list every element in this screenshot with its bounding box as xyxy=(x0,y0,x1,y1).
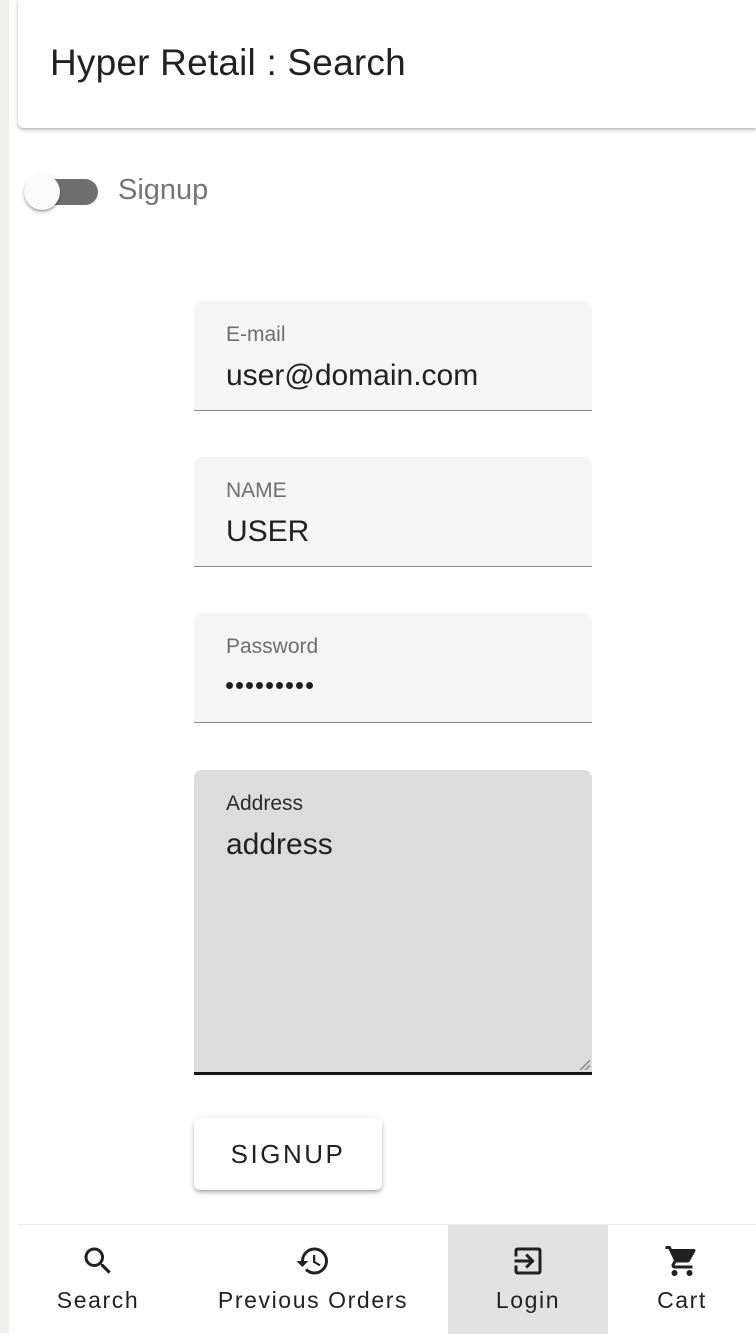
history-icon xyxy=(296,1247,328,1275)
password-mask-dot xyxy=(246,682,253,689)
nav-cart-label: Cart xyxy=(657,1287,707,1313)
left-edge-strip xyxy=(0,0,9,1333)
password-mask-dot xyxy=(276,682,283,689)
password-mask-dot xyxy=(296,682,303,689)
email-field[interactable]: E-mail xyxy=(194,301,592,411)
search-icon xyxy=(84,1247,111,1274)
name-input[interactable] xyxy=(226,515,566,549)
password-mask-dot xyxy=(236,682,243,689)
nav-login[interactable]: Login xyxy=(448,1225,608,1334)
email-label: E-mail xyxy=(226,323,286,346)
signup-toggle-label: Signup xyxy=(118,174,209,206)
email-input[interactable] xyxy=(226,359,566,393)
address-label: Address xyxy=(226,792,304,815)
signup-toggle[interactable]: Signup xyxy=(22,168,282,216)
password-mask-dot xyxy=(266,682,273,689)
name-label: NAME xyxy=(226,479,287,502)
name-field[interactable]: NAME xyxy=(194,457,592,567)
toggle-thumb[interactable] xyxy=(24,174,60,210)
page-title: Hyper Retail : Search xyxy=(50,42,406,83)
password-label: Password xyxy=(226,635,319,658)
password-mask-dot xyxy=(256,682,263,689)
resize-handle-icon[interactable] xyxy=(580,1060,590,1070)
bottom-navigation: Search Previous Orders Login Cart xyxy=(18,1224,756,1334)
nav-cart[interactable]: Cart xyxy=(608,1225,756,1334)
password-mask-dot xyxy=(306,682,313,689)
password-mask-dot xyxy=(286,682,293,689)
nav-search-label: Search xyxy=(56,1287,140,1313)
nav-previous-orders-label: Previous Orders xyxy=(217,1287,409,1313)
app-bar: Hyper Retail : Search xyxy=(18,0,756,128)
nav-previous-orders[interactable]: Previous Orders xyxy=(178,1225,448,1334)
cart-icon xyxy=(665,1246,696,1276)
address-textarea[interactable]: address xyxy=(226,828,566,862)
nav-search[interactable]: Search xyxy=(18,1225,178,1334)
password-field[interactable]: Password xyxy=(194,613,592,723)
nav-login-label: Login xyxy=(495,1287,561,1313)
login-icon xyxy=(514,1247,542,1275)
signup-button[interactable]: SIGNUP xyxy=(194,1118,382,1190)
password-mask-dot xyxy=(226,682,233,689)
address-field[interactable]: Address address xyxy=(194,770,592,1075)
password-input[interactable] xyxy=(226,677,313,693)
